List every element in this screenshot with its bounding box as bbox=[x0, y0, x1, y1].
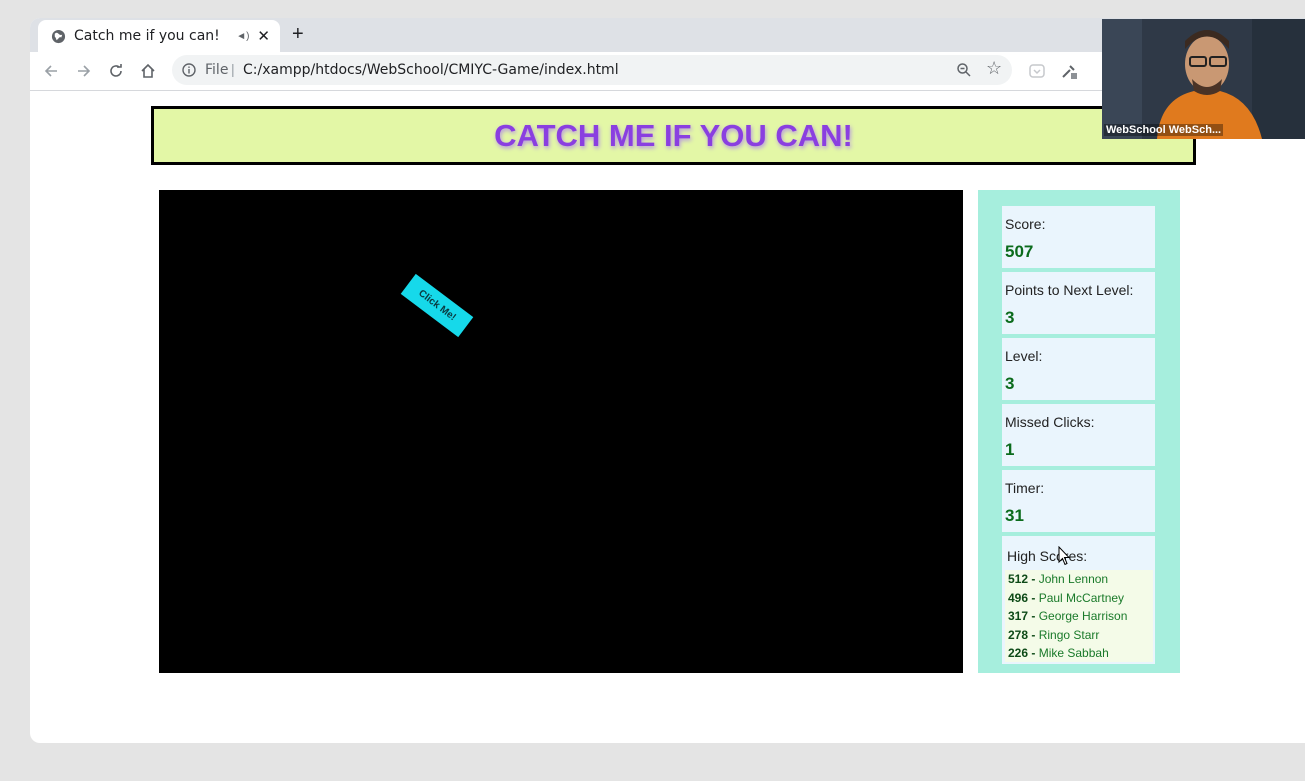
eyedropper-extension-icon[interactable] bbox=[1060, 62, 1078, 80]
list-item: 278 - Ringo Starr bbox=[1005, 626, 1153, 645]
presenter-video-icon bbox=[1102, 19, 1305, 139]
stat-label: Missed Clicks: bbox=[1005, 414, 1095, 430]
high-scores-label: High Scores: bbox=[1007, 548, 1088, 564]
list-item: 317 - George Harrison bbox=[1005, 607, 1153, 626]
high-score-value: 496 - bbox=[1008, 590, 1036, 605]
stat-value: 3 bbox=[1005, 308, 1015, 327]
tab-title: Catch me if you can! bbox=[74, 28, 220, 44]
high-scores-list: 512 - John Lennon 496 - Paul McCartney 3… bbox=[1005, 570, 1153, 662]
list-item: 512 - John Lennon bbox=[1005, 570, 1153, 589]
high-score-value: 278 - bbox=[1008, 627, 1036, 642]
new-tab-button[interactable]: + bbox=[292, 23, 304, 46]
stat-label: Timer: bbox=[1005, 480, 1045, 496]
bookmark-star-icon[interactable]: ☆ bbox=[986, 58, 1002, 79]
high-score-name: John Lennon bbox=[1035, 572, 1109, 586]
high-score-name: Paul McCartney bbox=[1035, 590, 1125, 605]
click-me-target[interactable]: Click Me! bbox=[400, 273, 474, 338]
address-bar[interactable]: File | C:/xampp/htdocs/WebSchool/CMIYC-G… bbox=[172, 55, 1012, 85]
webcam-overlay: WebSchool WebSch... bbox=[1102, 19, 1305, 139]
high-scores: High Scores: 512 - John Lennon 496 - Pau… bbox=[1002, 536, 1155, 664]
info-icon[interactable] bbox=[182, 63, 196, 77]
tab-catch-me[interactable]: Catch me if you can! ◄) ✕ bbox=[38, 20, 280, 52]
high-score-name: Ringo Starr bbox=[1035, 627, 1100, 642]
stat-missed-clicks: Missed Clicks: 1 bbox=[1002, 404, 1155, 466]
pocket-extension-icon[interactable] bbox=[1028, 62, 1046, 80]
stat-value: 31 bbox=[1005, 506, 1024, 525]
zoom-icon[interactable] bbox=[956, 62, 972, 78]
stat-score: Score: 507 bbox=[1002, 206, 1155, 268]
high-score-value: 317 - bbox=[1008, 609, 1036, 623]
forward-icon[interactable] bbox=[73, 60, 95, 82]
stat-label: Score: bbox=[1005, 216, 1046, 232]
stat-value: 3 bbox=[1005, 374, 1015, 393]
list-item: 496 - Paul McCartney bbox=[1005, 589, 1153, 608]
page-banner: CATCH ME IF YOU CAN! bbox=[151, 106, 1196, 165]
mouse-cursor-icon bbox=[1058, 546, 1070, 566]
high-score-name: George Harrison bbox=[1035, 609, 1128, 623]
high-score-value: 512 - bbox=[1008, 572, 1036, 586]
high-score-name: Mike Sabbah bbox=[1035, 646, 1109, 660]
url-text[interactable]: C:/xampp/htdocs/WebSchool/CMIYC-Game/ind… bbox=[243, 62, 619, 78]
back-icon[interactable] bbox=[40, 60, 62, 82]
audio-icon[interactable]: ◄) bbox=[236, 31, 249, 42]
globe-icon bbox=[51, 29, 66, 44]
webcam-name-label: WebSchool WebSch... bbox=[1104, 124, 1224, 136]
game-area[interactable]: Click Me! bbox=[159, 190, 963, 673]
stat-label: Points to Next Level: bbox=[1005, 282, 1134, 298]
scheme-divider: | bbox=[231, 61, 235, 77]
page-title: CATCH ME IF YOU CAN! bbox=[494, 117, 853, 153]
stat-points-to-next-level: Points to Next Level: 3 bbox=[1002, 272, 1155, 334]
stats-panel: Score: 507 Points to Next Level: 3 Level… bbox=[978, 190, 1180, 673]
home-icon[interactable] bbox=[137, 60, 159, 82]
high-score-value: 226 - bbox=[1008, 646, 1036, 660]
stat-timer: Timer: 31 bbox=[1002, 470, 1155, 532]
close-tab-icon[interactable]: ✕ bbox=[257, 27, 270, 45]
list-item: 226 - Mike Sabbah bbox=[1005, 644, 1153, 663]
stat-value: 1 bbox=[1005, 440, 1015, 459]
stat-label: Level: bbox=[1005, 348, 1043, 364]
scheme-label: File bbox=[205, 62, 229, 78]
reload-icon[interactable] bbox=[105, 60, 127, 82]
stat-level: Level: 3 bbox=[1002, 338, 1155, 400]
stat-value: 507 bbox=[1005, 242, 1034, 261]
